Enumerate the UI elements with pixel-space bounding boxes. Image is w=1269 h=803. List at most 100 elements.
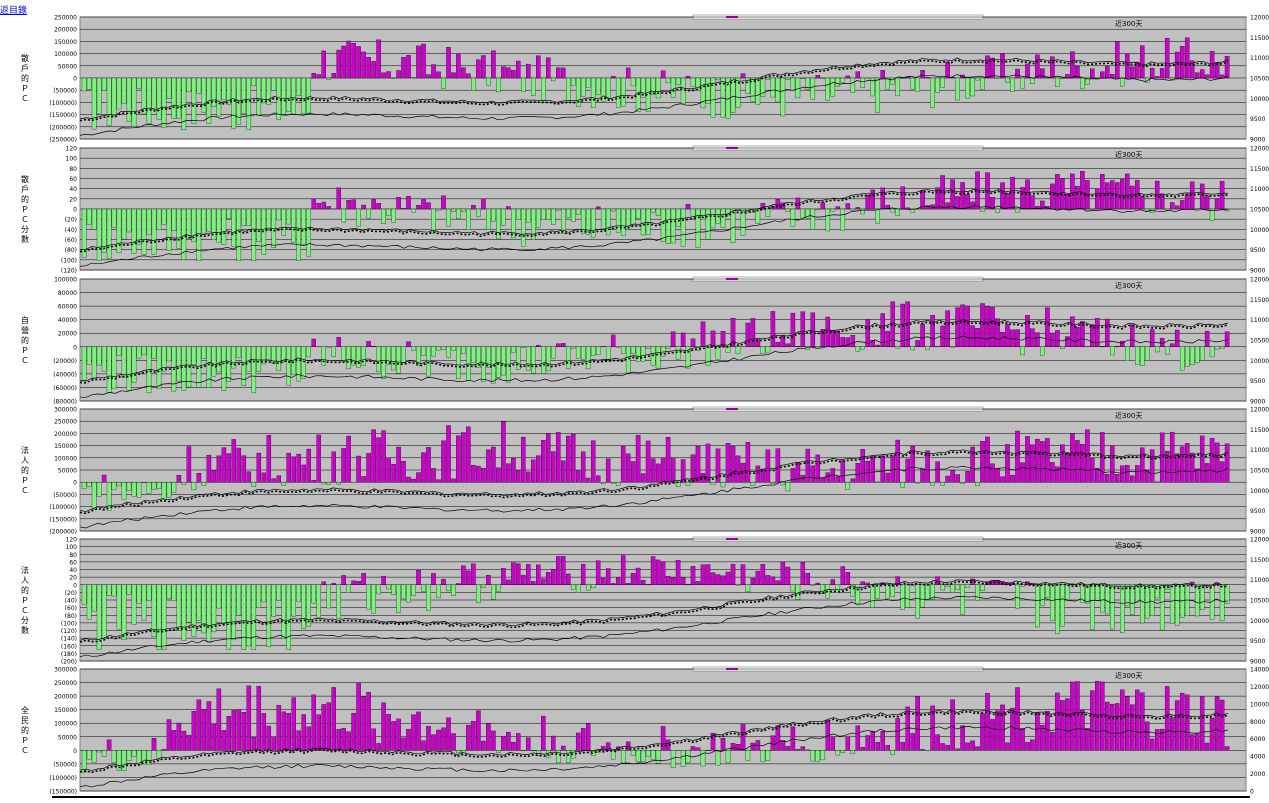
bar bbox=[896, 440, 900, 482]
bar bbox=[451, 479, 455, 482]
bar bbox=[406, 55, 410, 78]
bar bbox=[476, 209, 480, 216]
bar bbox=[401, 57, 405, 78]
bar bbox=[132, 585, 136, 625]
bar bbox=[436, 72, 440, 78]
bar bbox=[441, 78, 445, 89]
bar bbox=[1015, 688, 1019, 751]
bar bbox=[826, 209, 830, 231]
bar bbox=[1170, 585, 1174, 623]
right-tick-label: 12000 bbox=[1250, 146, 1269, 153]
bar bbox=[127, 482, 131, 490]
bar bbox=[392, 721, 396, 750]
bar bbox=[901, 78, 905, 79]
bar bbox=[426, 75, 430, 78]
bar bbox=[726, 750, 730, 763]
bar bbox=[501, 568, 505, 584]
bar bbox=[980, 585, 984, 591]
bar bbox=[426, 726, 430, 750]
bar bbox=[796, 585, 800, 600]
right-tick-label: 2000 bbox=[1250, 771, 1265, 778]
bar bbox=[332, 687, 336, 750]
bar bbox=[1020, 729, 1024, 751]
bar bbox=[766, 209, 770, 217]
bar bbox=[966, 306, 970, 347]
bar bbox=[1015, 209, 1019, 212]
bar bbox=[1175, 585, 1179, 626]
bar bbox=[711, 78, 715, 117]
bar bbox=[137, 585, 141, 604]
bar bbox=[576, 209, 580, 215]
bar bbox=[112, 209, 116, 228]
bar bbox=[431, 347, 435, 356]
bar bbox=[1110, 74, 1114, 78]
bar bbox=[1160, 338, 1164, 347]
bar bbox=[1205, 743, 1209, 750]
bar bbox=[896, 78, 900, 96]
bar bbox=[776, 342, 780, 347]
bar bbox=[1055, 78, 1059, 87]
bar bbox=[436, 730, 440, 750]
bar bbox=[681, 333, 685, 347]
bar bbox=[1185, 194, 1189, 209]
bar bbox=[87, 482, 91, 486]
bar bbox=[1225, 747, 1229, 751]
bar bbox=[411, 347, 415, 351]
bar bbox=[901, 742, 905, 750]
bar bbox=[911, 347, 915, 350]
bar bbox=[152, 347, 156, 359]
bar bbox=[966, 585, 970, 588]
bar bbox=[242, 585, 246, 650]
bar bbox=[287, 713, 291, 750]
bar bbox=[611, 482, 615, 483]
bar bbox=[322, 202, 326, 209]
chart-svg: 120100806040200(20)(40)(60)(80)(100)(120… bbox=[0, 145, 1269, 274]
right-tick-label: 6000 bbox=[1250, 736, 1265, 743]
bar bbox=[846, 572, 850, 585]
bar bbox=[431, 735, 435, 751]
bar bbox=[352, 581, 356, 585]
bar bbox=[746, 442, 750, 482]
bar bbox=[92, 585, 96, 611]
bar bbox=[292, 457, 296, 482]
bar bbox=[377, 743, 381, 750]
bar bbox=[921, 585, 925, 608]
bar bbox=[317, 715, 321, 751]
bar bbox=[212, 724, 216, 750]
bar bbox=[436, 347, 440, 350]
bar bbox=[781, 562, 785, 585]
bar bbox=[82, 209, 86, 258]
left-tick-label: 200000 bbox=[54, 27, 77, 34]
bar bbox=[921, 324, 925, 347]
bar bbox=[831, 580, 835, 585]
bar bbox=[1080, 322, 1084, 347]
bar bbox=[1105, 474, 1109, 482]
bar bbox=[706, 209, 710, 239]
bar bbox=[626, 209, 630, 227]
bar bbox=[571, 347, 575, 349]
bar bbox=[222, 209, 226, 245]
right-tick-label: 11500 bbox=[1250, 35, 1269, 42]
bar bbox=[971, 78, 975, 96]
bar bbox=[122, 209, 126, 239]
bar bbox=[446, 718, 450, 751]
bar bbox=[107, 209, 111, 259]
bar bbox=[451, 347, 455, 350]
bar bbox=[746, 585, 750, 592]
bar bbox=[446, 426, 450, 483]
right-tick-label: 8000 bbox=[1250, 719, 1265, 726]
bar bbox=[661, 726, 665, 750]
bar bbox=[631, 78, 635, 86]
bar bbox=[112, 585, 116, 596]
bar bbox=[656, 750, 660, 763]
bar bbox=[521, 78, 525, 92]
bar bbox=[132, 347, 136, 383]
bar bbox=[1075, 682, 1079, 751]
bar bbox=[806, 750, 810, 751]
bar bbox=[1080, 78, 1084, 88]
bar bbox=[112, 78, 116, 115]
bar bbox=[137, 78, 141, 89]
bar bbox=[1225, 444, 1229, 482]
bar bbox=[506, 207, 510, 210]
bar bbox=[506, 464, 510, 483]
